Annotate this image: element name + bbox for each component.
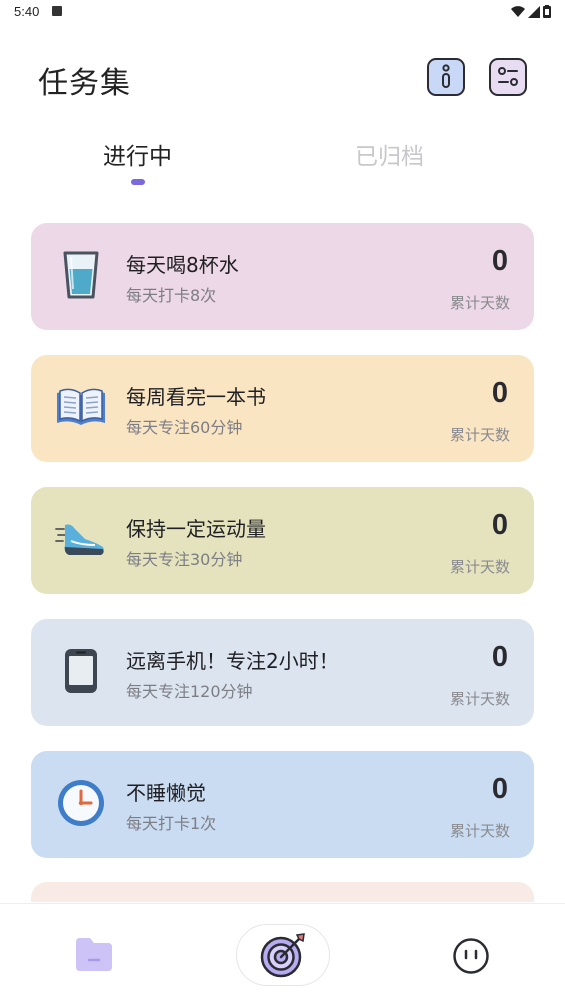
- task-title: 不睡懒觉: [126, 781, 206, 805]
- task-card[interactable]: 保持一定运动量 每天专注30分钟 0 累计天数: [31, 487, 534, 594]
- face-icon: [453, 938, 489, 974]
- task-count: 0: [491, 377, 508, 409]
- task-list[interactable]: 每天喝8杯水 每天打卡8次 0 累计天数 每周看完一本书 每天专注60分钟 0 …: [31, 223, 534, 902]
- task-count-label: 累计天数: [449, 558, 510, 576]
- nav-tasks-button[interactable]: [74, 936, 114, 976]
- task-count: 0: [491, 509, 508, 541]
- settings-button[interactable]: [489, 58, 527, 96]
- task-count: 0: [491, 245, 508, 277]
- task-subtitle: 每天打卡8次: [126, 286, 217, 305]
- status-bar: 5:40: [0, 0, 565, 24]
- nav-profile-button[interactable]: [452, 937, 490, 979]
- nav-focus-button[interactable]: [236, 924, 330, 986]
- task-count-label: 累计天数: [449, 426, 510, 444]
- tab-archived[interactable]: 已归档: [355, 137, 424, 171]
- task-title: 每天喝8杯水: [126, 253, 239, 277]
- tab-indicator: [131, 179, 145, 185]
- page-title: 任务集: [38, 66, 131, 101]
- tab-in-progress[interactable]: 进行中: [103, 137, 172, 171]
- task-subtitle: 每天专注60分钟: [126, 418, 243, 437]
- info-icon: [442, 64, 450, 88]
- task-card[interactable]: 每天喝8杯水 每天打卡8次 0 累计天数: [31, 223, 534, 330]
- wifi-icon: [511, 5, 525, 17]
- phone-icon: [53, 643, 109, 699]
- status-time: 5:40: [14, 4, 40, 19]
- task-subtitle: 每天专注120分钟: [126, 682, 253, 701]
- task-title: 远离手机！专注2小时！: [126, 649, 339, 673]
- info-button[interactable]: [427, 58, 465, 96]
- task-subtitle: 每天打卡1次: [126, 814, 217, 833]
- task-count: 0: [491, 773, 508, 805]
- target-icon: [260, 933, 305, 978]
- battery-icon: [543, 5, 551, 18]
- clock-icon: [53, 775, 109, 831]
- task-card-partial[interactable]: [31, 882, 534, 902]
- notification-icon: [52, 6, 62, 16]
- task-card[interactable]: 远离手机！专注2小时！ 每天专注120分钟 0 累计天数: [31, 619, 534, 726]
- task-card[interactable]: 每周看完一本书 每天专注60分钟 0 累计天数: [31, 355, 534, 462]
- task-count-label: 累计天数: [449, 690, 510, 708]
- task-title: 保持一定运动量: [126, 517, 266, 541]
- water-glass-icon: [53, 247, 109, 303]
- task-card[interactable]: 不睡懒觉 每天打卡1次 0 累计天数: [31, 751, 534, 858]
- bottom-nav: [0, 903, 565, 1004]
- task-count: 0: [491, 641, 508, 673]
- running-shoe-icon: [53, 511, 109, 567]
- status-icons: [511, 5, 551, 18]
- task-title: 每周看完一本书: [126, 385, 266, 409]
- task-count-label: 累计天数: [449, 294, 510, 312]
- signal-icon: [528, 5, 540, 18]
- task-count-label: 累计天数: [449, 822, 510, 840]
- folder-icon: [76, 938, 112, 971]
- sliders-icon: [498, 67, 518, 86]
- task-subtitle: 每天专注30分钟: [126, 550, 243, 569]
- book-icon: [53, 379, 109, 435]
